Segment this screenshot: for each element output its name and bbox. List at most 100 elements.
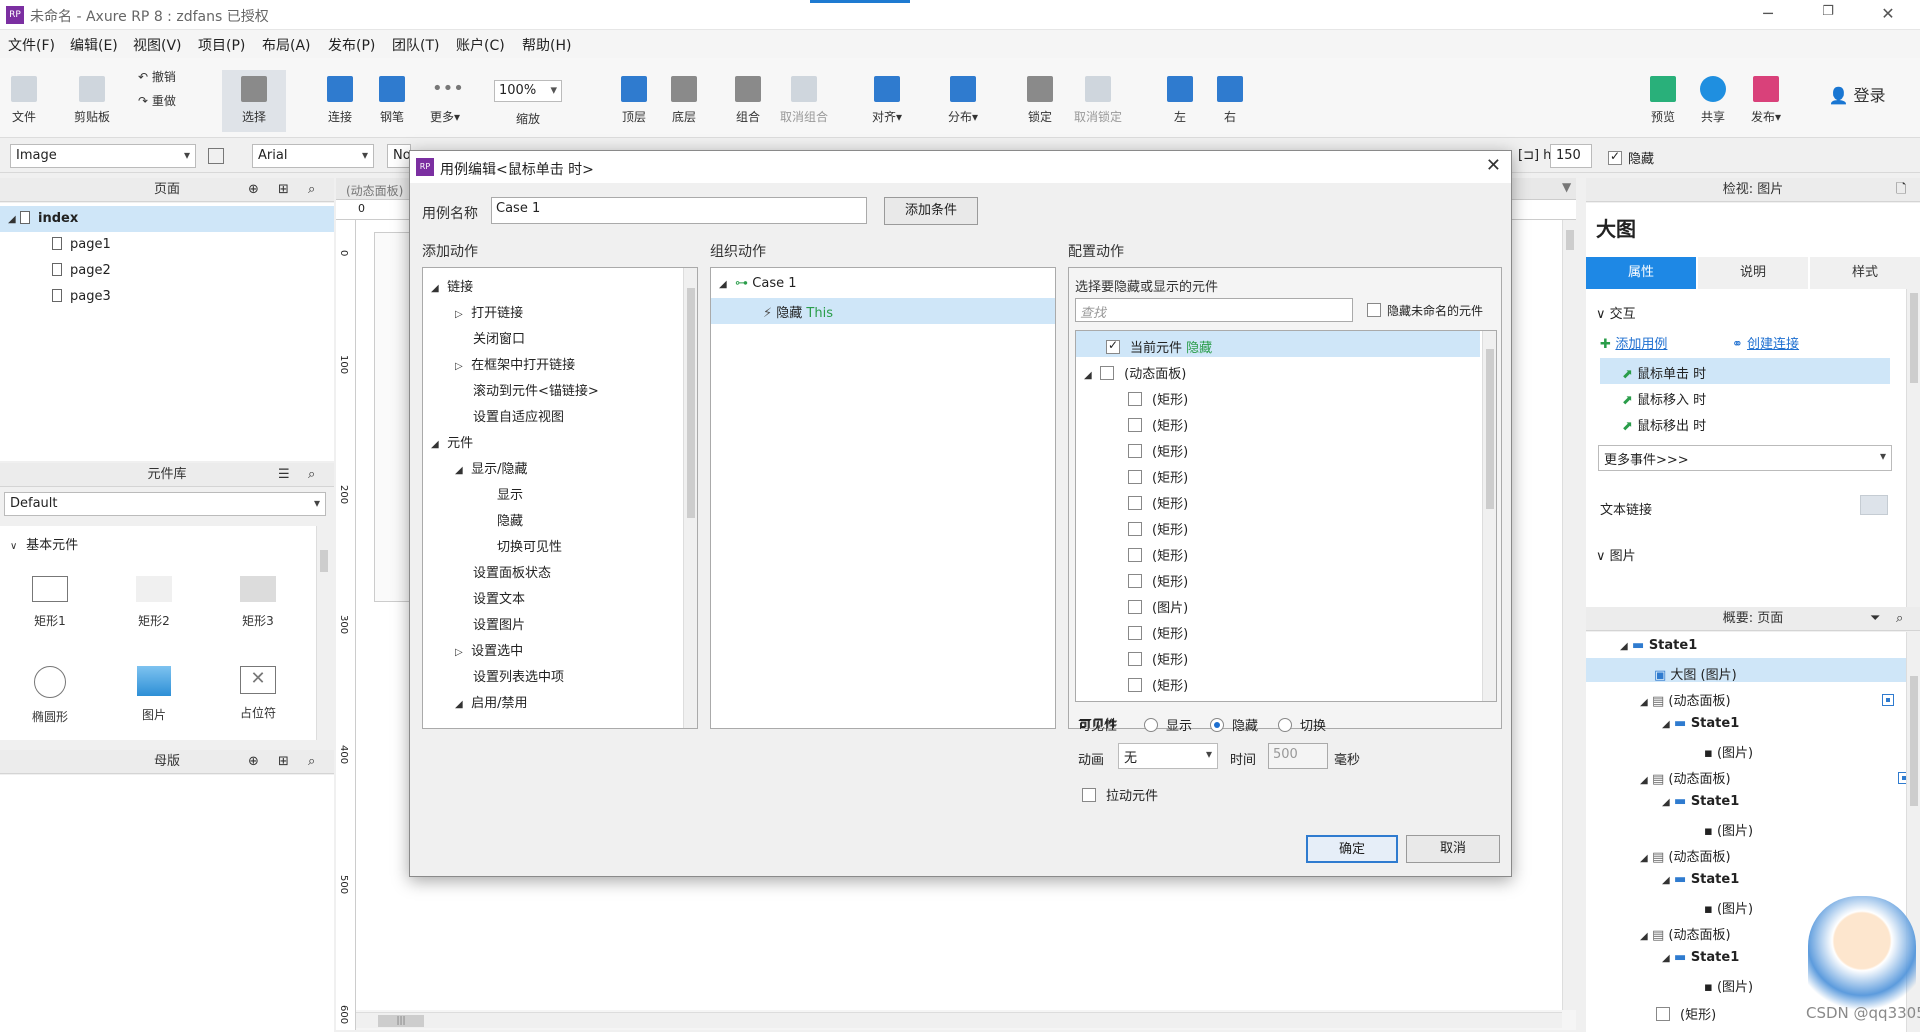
unlock-button[interactable]: 取消锁定 [1070, 76, 1126, 125]
visibility-toggle-radio[interactable]: 切换 [1278, 715, 1326, 734]
style-select[interactable]: Image ▾ [10, 144, 196, 168]
action-item[interactable]: ▷ 打开链接 [455, 302, 523, 321]
widget-rect2[interactable]: 矩形2 [114, 576, 194, 629]
outline-item[interactable]: ◢ ▬ State1 [1662, 716, 1739, 731]
menu-project[interactable]: 项目(P) [198, 35, 245, 55]
right-button[interactable]: 右 [1210, 76, 1250, 125]
widget-row[interactable]: 当前元件 隐藏 [1106, 337, 1212, 356]
widget-row[interactable]: (矩形) [1128, 649, 1188, 668]
menu-help[interactable]: 帮助(H) [522, 35, 571, 55]
widget-row[interactable]: (矩形) [1128, 519, 1188, 538]
login-button[interactable]: 👤 登录 [1822, 82, 1892, 106]
menu-edit[interactable]: 编辑(E) [70, 35, 118, 55]
outline-item[interactable]: (矩形) [1656, 1004, 1716, 1023]
menu-layout[interactable]: 布局(A) [262, 35, 311, 55]
publish-button[interactable]: 发布▾ [1743, 76, 1789, 125]
action-item[interactable]: ▷ 在框架中打开链接 [455, 354, 575, 373]
outline-item[interactable]: ◢ ▬ State1 [1620, 638, 1697, 653]
action-item[interactable]: 显示 [497, 484, 523, 503]
outline-item[interactable]: ◢ ▤ (动态面板) [1640, 768, 1731, 787]
widget-row[interactable]: (矩形) [1128, 623, 1188, 642]
chevron-down-icon[interactable]: ▼ [1562, 180, 1571, 194]
case-name-input[interactable]: Case 1 [491, 197, 867, 224]
connect-button[interactable]: 连接 [320, 76, 360, 125]
ok-button[interactable]: 确定 [1306, 835, 1398, 863]
outline-item[interactable]: ▪ (图片) [1704, 820, 1753, 839]
select-button[interactable]: 选择 [222, 70, 286, 132]
canvas-hscroll[interactable]: ||| [356, 1012, 1562, 1028]
widget-row[interactable]: (矩形) [1128, 545, 1188, 564]
more-button[interactable]: ••• 更多▾ [420, 76, 470, 125]
file-button[interactable]: 文件 [8, 76, 40, 125]
scroll-thumb[interactable] [1566, 230, 1574, 250]
action-node[interactable]: ⚡ 隐藏 This [763, 302, 833, 321]
event-mouse-enter[interactable]: ⬈ 鼠标移入 时 [1622, 389, 1706, 408]
image-section[interactable]: ∨ 图片 [1596, 545, 1636, 564]
page-page3[interactable]: page3 [52, 289, 111, 304]
add-condition-button[interactable]: 添加条件 [884, 197, 978, 225]
menu-file[interactable]: 文件(F) [8, 35, 55, 55]
add-master-icon[interactable]: ⊕ [248, 750, 259, 774]
search-icon[interactable]: ⌕ [308, 750, 315, 774]
library-select[interactable]: Default ▾ [4, 492, 326, 516]
create-link[interactable]: ⚭ 创建连接 [1732, 333, 1799, 352]
left-button[interactable]: 左 [1160, 76, 1200, 125]
ungroup-button[interactable]: 取消组合 [776, 76, 832, 125]
case-node[interactable]: ◢ ⊶ Case 1 [719, 276, 797, 291]
widget-rect3[interactable]: 矩形3 [218, 576, 298, 629]
menu-icon[interactable]: ☰ [278, 463, 290, 487]
tab-style[interactable]: 样式 [1810, 257, 1920, 289]
cancel-button[interactable]: 取消 [1406, 835, 1500, 863]
scroll-thumb[interactable] [687, 288, 695, 518]
page-page1[interactable]: page1 [52, 237, 111, 252]
tab-notes[interactable]: 说明 [1698, 257, 1808, 289]
action-tree-scrollbar[interactable] [683, 268, 697, 728]
menu-account[interactable]: 账户(C) [456, 35, 505, 55]
menu-team[interactable]: 团队(T) [392, 35, 439, 55]
widget-ellipse[interactable]: 椭圆形 [10, 666, 90, 725]
height-input[interactable]: 150 [1550, 144, 1592, 168]
undo-button[interactable]: ↶ 撤销 [138, 68, 188, 85]
pen-button[interactable]: 钢笔 [372, 76, 412, 125]
bring-front-checkbox[interactable]: 拉动元件 [1082, 785, 1158, 804]
widget-row[interactable]: (矩形) [1128, 571, 1188, 590]
outline-item[interactable]: ▣ 大图 (图片) [1654, 664, 1737, 683]
align-button[interactable]: 对齐▾ [864, 76, 910, 125]
library-scrollbar[interactable] [316, 526, 330, 740]
widget-row[interactable]: (矩形) [1128, 415, 1188, 434]
widget-search-input[interactable]: 查找 [1075, 298, 1353, 322]
menu-view[interactable]: 视图(V) [133, 35, 182, 55]
action-item[interactable]: 设置图片 [473, 614, 525, 633]
action-item[interactable]: 设置列表选中项 [473, 666, 564, 685]
widget-row[interactable]: (矩形) [1128, 675, 1188, 694]
lock-button[interactable]: 锁定 [1020, 76, 1060, 125]
action-item[interactable]: 关闭窗口 [473, 328, 525, 347]
add-folder-icon[interactable]: ⊞ [278, 750, 289, 774]
scroll-thumb[interactable] [1486, 349, 1494, 509]
search-icon[interactable]: ⌕ [308, 463, 315, 487]
outline-item[interactable]: ▪ (图片) [1704, 898, 1753, 917]
widget-rect1[interactable]: 矩形1 [10, 576, 90, 629]
inspector-scrollbar[interactable] [1906, 289, 1920, 615]
outline-item[interactable]: ◢ ▤ (动态面板) [1640, 846, 1731, 865]
outline-item[interactable]: ◢ ▬ State1 [1662, 872, 1739, 887]
hide-unnamed-checkbox[interactable]: 隐藏未命名的元件 [1367, 302, 1483, 319]
visibility-show-radio[interactable]: 显示 [1144, 715, 1192, 734]
scroll-thumb[interactable]: ||| [378, 1015, 424, 1027]
page-index[interactable]: ◢ index [8, 211, 78, 226]
add-folder-icon[interactable]: ⊞ [278, 178, 289, 202]
widget-placeholder[interactable]: ✕ 占位符 [218, 666, 298, 721]
hidden-checkbox[interactable]: 隐藏 [1608, 148, 1654, 167]
widget-row[interactable]: (矩形) [1128, 389, 1188, 408]
font-weight-select[interactable]: No [387, 144, 411, 168]
outline-item[interactable]: ◢ ▬ State1 [1662, 950, 1739, 965]
tab-properties[interactable]: 属性 [1586, 257, 1696, 289]
canvas-vscroll[interactable] [1562, 220, 1576, 1010]
action-item[interactable]: ▷ 设置选中 [455, 640, 523, 659]
visibility-hide-radio[interactable]: 隐藏 [1210, 715, 1258, 734]
animation-select[interactable]: 无 ▾ [1118, 743, 1218, 769]
action-item[interactable]: 设置文本 [473, 588, 525, 607]
close-icon[interactable]: ✕ [1486, 155, 1501, 176]
close-icon[interactable]: ✕ [1868, 4, 1908, 26]
outline-item[interactable]: ◢ ▤ (动态面板) [1640, 924, 1731, 943]
